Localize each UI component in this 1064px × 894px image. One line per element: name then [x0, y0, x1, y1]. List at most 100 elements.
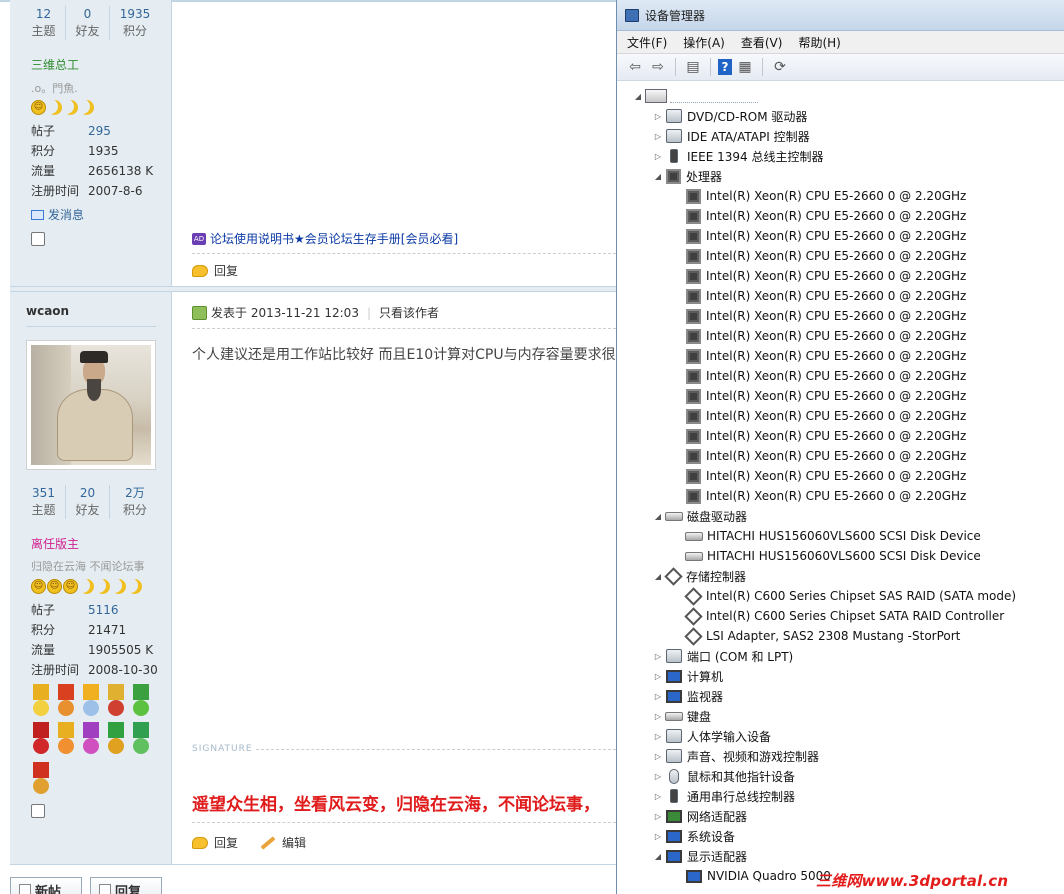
- expand-arrow-icon[interactable]: ▷: [653, 712, 663, 721]
- medal-icon[interactable]: [130, 684, 152, 718]
- only-author-link[interactable]: 只看该作者: [379, 304, 439, 321]
- tree-disk-item[interactable]: HITACHI HUS156060VLS600 SCSI Disk Device: [673, 546, 981, 566]
- avatar[interactable]: [26, 340, 156, 470]
- tree-ports[interactable]: ▷ 端口 (COM 和 LPT): [653, 646, 793, 666]
- post2-reply-button[interactable]: 回复: [192, 834, 238, 851]
- medal-icon[interactable]: [80, 684, 102, 718]
- bottom-reply-button[interactable]: 回复: [90, 877, 162, 894]
- user1-stat-friends[interactable]: 0 好友: [66, 6, 110, 40]
- tree-cpu-item[interactable]: Intel(R) Xeon(R) CPU E5-2660 0 @ 2.20GHz: [673, 226, 966, 246]
- tree-cpu-item[interactable]: Intel(R) Xeon(R) CPU E5-2660 0 @ 2.20GHz: [673, 466, 966, 486]
- tree-system[interactable]: ▷ 系统设备: [653, 826, 735, 846]
- tree-root-computer[interactable]: ◢: [633, 86, 758, 106]
- user2-stat-topics[interactable]: 351 主题: [22, 485, 66, 519]
- tree-display-adapters[interactable]: ◢ 显示适配器: [653, 846, 747, 866]
- scan-hardware-icon[interactable]: ⟳: [770, 57, 790, 77]
- tree-network[interactable]: ▷ 网络适配器: [653, 806, 747, 826]
- show-hide-tree-icon[interactable]: ▤: [683, 57, 703, 77]
- tree-ide[interactable]: ▷ IDE ATA/ATAPI 控制器: [653, 126, 810, 146]
- back-arrow-icon[interactable]: ⇦: [625, 57, 645, 77]
- user1-stat-topics[interactable]: 12 主题: [22, 6, 66, 40]
- expand-arrow-icon[interactable]: ▷: [653, 112, 663, 121]
- collapse-arrow-icon[interactable]: ◢: [653, 852, 663, 861]
- expand-arrow-icon[interactable]: ▷: [653, 672, 663, 681]
- medal-icon[interactable]: [30, 684, 52, 718]
- tree-dvd[interactable]: ▷ DVD/CD-ROM 驱动器: [653, 106, 807, 126]
- tree-cpu-item[interactable]: Intel(R) Xeon(R) CPU E5-2660 0 @ 2.20GHz: [673, 486, 966, 506]
- tree-sound[interactable]: ▷ 声音、视频和游戏控制器: [653, 746, 819, 766]
- tree-cpu-item[interactable]: Intel(R) Xeon(R) CPU E5-2660 0 @ 2.20GHz: [673, 286, 966, 306]
- user2-username[interactable]: wcaon: [26, 304, 69, 318]
- tree-storage-item[interactable]: Intel(R) C600 Series Chipset SAS RAID (S…: [673, 586, 1016, 606]
- online-status-icon[interactable]: [31, 804, 45, 818]
- menu-help[interactable]: 帮助(H): [798, 34, 840, 51]
- medal-icon[interactable]: [55, 684, 77, 718]
- expand-arrow-icon[interactable]: ▷: [653, 812, 663, 821]
- tree-monitors[interactable]: ▷ 监视器: [653, 686, 723, 706]
- post2-edit-button[interactable]: 编辑: [260, 834, 306, 851]
- expand-arrow-icon[interactable]: ▷: [653, 792, 663, 801]
- user2-rank[interactable]: 离任版主: [31, 535, 79, 552]
- menu-file[interactable]: 文件(F): [627, 34, 667, 51]
- tree-storage-controllers[interactable]: ◢ 存储控制器: [653, 566, 746, 586]
- tree-cpu-item[interactable]: Intel(R) Xeon(R) CPU E5-2660 0 @ 2.20GHz: [673, 386, 966, 406]
- tree-storage-item[interactable]: LSI Adapter, SAS2 2308 Mustang -StorPort: [673, 626, 960, 646]
- tree-cpu-item[interactable]: Intel(R) Xeon(R) CPU E5-2660 0 @ 2.20GHz: [673, 326, 966, 346]
- medal-icon[interactable]: [130, 722, 152, 756]
- tree-storage-item[interactable]: Intel(R) C600 Series Chipset SATA RAID C…: [673, 606, 1004, 626]
- tree-processors[interactable]: ◢ 处理器: [653, 166, 722, 186]
- expand-arrow-icon[interactable]: ▷: [653, 652, 663, 661]
- tree-cpu-item[interactable]: Intel(R) Xeon(R) CPU E5-2660 0 @ 2.20GHz: [673, 346, 966, 366]
- tree-cpu-item[interactable]: Intel(R) Xeon(R) CPU E5-2660 0 @ 2.20GHz: [673, 306, 966, 326]
- tree-cpu-item[interactable]: Intel(R) Xeon(R) CPU E5-2660 0 @ 2.20GHz: [673, 206, 966, 226]
- forward-arrow-icon[interactable]: ⇨: [648, 57, 668, 77]
- properties-icon[interactable]: ▦: [735, 57, 755, 77]
- info-value[interactable]: 295: [88, 121, 111, 141]
- tree-cpu-item[interactable]: Intel(R) Xeon(R) CPU E5-2660 0 @ 2.20GHz: [673, 406, 966, 426]
- medal-icon[interactable]: [30, 762, 52, 796]
- post1-reply-button[interactable]: 回复: [192, 262, 238, 279]
- tree-cpu-item[interactable]: Intel(R) Xeon(R) CPU E5-2660 0 @ 2.20GHz: [673, 426, 966, 446]
- help-icon[interactable]: ?: [718, 59, 732, 75]
- tree-cpu-item[interactable]: Intel(R) Xeon(R) CPU E5-2660 0 @ 2.20GHz: [673, 446, 966, 466]
- info-value[interactable]: 5116: [88, 600, 119, 620]
- new-thread-button[interactable]: 新帖: [10, 877, 82, 894]
- forum-guide-link[interactable]: AD 论坛使用说明书★会员论坛生存手册[会员必看]: [192, 230, 458, 247]
- title-bar[interactable]: 设备管理器: [617, 0, 1064, 31]
- user1-stat-points[interactable]: 1935 积分: [110, 6, 160, 40]
- tree-mice[interactable]: ▷ 鼠标和其他指针设备: [653, 766, 795, 786]
- tree-usb[interactable]: ▷ 通用串行总线控制器: [653, 786, 795, 806]
- user1-rank[interactable]: 三维总工: [31, 56, 79, 73]
- send-message-link[interactable]: 发消息: [31, 206, 84, 223]
- tree-cpu-item[interactable]: Intel(R) Xeon(R) CPU E5-2660 0 @ 2.20GHz: [673, 186, 966, 206]
- user2-stat-points[interactable]: 2万 积分: [110, 485, 160, 519]
- expand-arrow-icon[interactable]: ▷: [653, 772, 663, 781]
- tree-disk-drives[interactable]: ◢ 磁盘驱动器: [653, 506, 747, 526]
- expand-arrow-icon[interactable]: ▷: [653, 152, 663, 161]
- collapse-arrow-icon[interactable]: ◢: [653, 572, 663, 581]
- tree-ieee1394[interactable]: ▷ IEEE 1394 总线主控制器: [653, 146, 823, 166]
- collapse-arrow-icon[interactable]: ◢: [653, 512, 663, 521]
- menu-view[interactable]: 查看(V): [741, 34, 783, 51]
- medal-icon[interactable]: [105, 722, 127, 756]
- menu-action[interactable]: 操作(A): [683, 34, 725, 51]
- expand-arrow-icon[interactable]: ▷: [653, 752, 663, 761]
- tree-display-item[interactable]: NVIDIA Quadro 5000: [673, 866, 831, 886]
- medal-icon[interactable]: [30, 722, 52, 756]
- tree-cpu-item[interactable]: Intel(R) Xeon(R) CPU E5-2660 0 @ 2.20GHz: [673, 246, 966, 266]
- medal-icon[interactable]: [105, 684, 127, 718]
- expand-arrow-icon[interactable]: ▷: [653, 832, 663, 841]
- user2-stat-friends[interactable]: 20 好友: [66, 485, 110, 519]
- medal-icon[interactable]: [55, 722, 77, 756]
- medal-icon[interactable]: [80, 722, 102, 756]
- collapse-arrow-icon[interactable]: ◢: [633, 92, 643, 101]
- tree-computer[interactable]: ▷ 计算机: [653, 666, 723, 686]
- expand-arrow-icon[interactable]: ▷: [653, 692, 663, 701]
- tree-hid[interactable]: ▷ 人体学输入设备: [653, 726, 771, 746]
- tree-cpu-item[interactable]: Intel(R) Xeon(R) CPU E5-2660 0 @ 2.20GHz: [673, 366, 966, 386]
- expand-arrow-icon[interactable]: ▷: [653, 132, 663, 141]
- collapse-arrow-icon[interactable]: ◢: [653, 172, 663, 181]
- tree-disk-item[interactable]: HITACHI HUS156060VLS600 SCSI Disk Device: [673, 526, 981, 546]
- tree-keyboards[interactable]: ▷ 键盘: [653, 706, 711, 726]
- tree-cpu-item[interactable]: Intel(R) Xeon(R) CPU E5-2660 0 @ 2.20GHz: [673, 266, 966, 286]
